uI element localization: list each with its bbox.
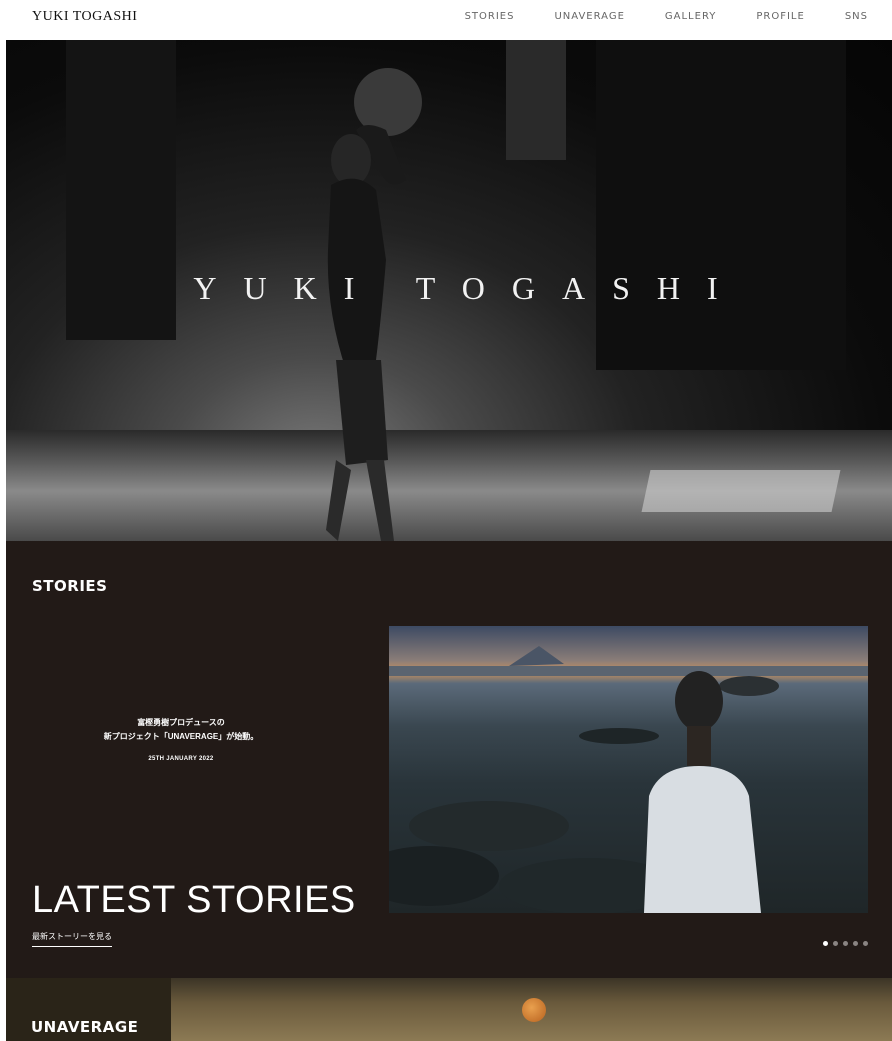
stories-heading: STORIES: [32, 577, 108, 595]
latest-stories-title: LATEST STORIES: [32, 879, 356, 921]
nav-stories[interactable]: STORIES: [465, 11, 515, 22]
unaverage-heading: UNAVERAGE: [31, 1018, 139, 1036]
carousel-dot-1[interactable]: [823, 941, 828, 946]
nav-gallery[interactable]: GALLERY: [665, 11, 716, 22]
hero-background-window: [506, 40, 566, 160]
unaverage-section: UNAVERAGE: [6, 978, 892, 1041]
main-nav: STORIES UNAVERAGE GALLERY PROFILE SNS: [425, 11, 868, 22]
carousel-dot-5[interactable]: [863, 941, 868, 946]
hero-background-panel-right: [596, 40, 846, 370]
basketball-image: [522, 998, 546, 1022]
nav-unaverage[interactable]: UNAVERAGE: [554, 11, 624, 22]
story-title-line2: 新プロジェクト「UNAVERAGE」が始動。: [103, 732, 259, 741]
hero-court-marking: [641, 470, 841, 512]
carousel-pagination: [818, 941, 868, 946]
nav-sns[interactable]: SNS: [845, 11, 868, 22]
nav-profile[interactable]: PROFILE: [756, 11, 804, 22]
hero-title: YUKI TOGASHI: [193, 270, 745, 306]
carousel-dot-3[interactable]: [843, 941, 848, 946]
story-photo-seascape: [389, 646, 868, 913]
latest-stories-link[interactable]: 最新ストーリーを見る: [32, 931, 112, 947]
story-date: 25TH JANUARY 2022: [148, 756, 214, 762]
site-logo[interactable]: YUKI TOGASHI: [32, 9, 137, 25]
site-header: YUKI TOGASHI STORIES UNAVERAGE GALLERY P…: [0, 0, 892, 36]
carousel-dot-2[interactable]: [833, 941, 838, 946]
story-title-line1: 富樫勇樹プロデュースの: [137, 718, 225, 727]
story-summary[interactable]: 富樫勇樹プロデュースの 新プロジェクト「UNAVERAGE」が始動。 25TH …: [56, 716, 306, 762]
stories-section: STORIES 富樫勇樹プロデュースの 新プロジェクト「UNAVERAGE」が始…: [6, 541, 892, 978]
story-image[interactable]: [389, 626, 868, 913]
carousel-dot-4[interactable]: [853, 941, 858, 946]
hero-section: YUKI TOGASHI: [6, 40, 892, 541]
